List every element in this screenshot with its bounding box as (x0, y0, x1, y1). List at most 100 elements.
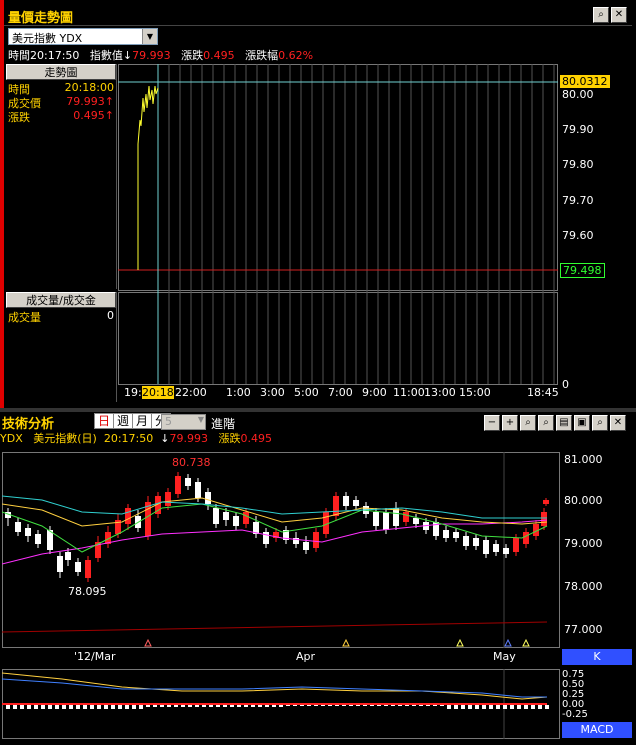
candle-body (65, 552, 71, 560)
zoom-icon[interactable]: ⌕ (592, 415, 608, 431)
candle-body (541, 512, 547, 526)
trend-info-box: 走勢圖 時間 20:18:00 成交價 79.993↑ 漲跌 0.495↑ (6, 64, 117, 289)
tab-day[interactable]: 日 (94, 413, 115, 429)
candle-body (383, 512, 389, 530)
info-row: 漲跌 0.495↑ (6, 109, 116, 124)
minute-select[interactable]: 5 ▼ (161, 414, 206, 430)
save-icon[interactable]: ▣ (574, 415, 590, 431)
zoom-in-icon[interactable]: ⌕ (538, 415, 554, 431)
candle-body (263, 532, 269, 544)
candle-body (57, 556, 63, 572)
settings-icon[interactable]: ▤ (556, 415, 572, 431)
macd-bar (265, 705, 269, 707)
macd-bar (384, 705, 388, 706)
symbol-select-value: 美元指數 YDX (12, 32, 83, 45)
candle-body (243, 512, 249, 524)
down-arrow-icon: ↓ (122, 49, 133, 62)
macd-bar (160, 705, 164, 707)
macd-bar (363, 705, 367, 706)
daily-price-axis: 81.000 80.000 79.000 78.000 77.000 (560, 452, 632, 648)
symbol-select[interactable]: 美元指數 YDX ▼ (8, 28, 158, 45)
price-tick: 79.60 (562, 229, 594, 242)
macd-bar (545, 705, 549, 709)
time-value: 20:17:50 (30, 49, 80, 62)
period-tabs: 日週月分 (94, 413, 172, 430)
macd-bar (223, 705, 227, 707)
macd-bar (139, 705, 143, 709)
chevron-down-icon[interactable]: ▼ (142, 29, 157, 44)
macd-bar (104, 705, 108, 709)
date-tick: Apr (296, 650, 316, 663)
k-indicator-button[interactable]: K (562, 649, 632, 665)
macd-bar (272, 705, 276, 707)
macd-bar (195, 705, 199, 707)
candle-body (185, 478, 191, 486)
zoom-out-icon[interactable]: ⌕ (520, 415, 536, 431)
candle-body (75, 562, 81, 572)
candle-body (333, 496, 339, 516)
macd-bar (202, 705, 206, 707)
close-icon[interactable]: ✕ (610, 415, 626, 431)
date-tick: '12/Mar (74, 650, 116, 663)
macd-bar (251, 705, 255, 707)
row-value: 20:18:00 (64, 81, 114, 94)
candle-body (223, 512, 229, 520)
change-label: 漲跌 (181, 49, 204, 62)
volume-tick: 0 (562, 378, 569, 391)
macd-bar (237, 705, 241, 707)
macd-bar (90, 705, 94, 709)
macd-bar (167, 705, 171, 707)
close-icon[interactable]: ✕ (611, 7, 627, 23)
macd-bar (328, 705, 332, 706)
info-row: 時間 20:18:00 (6, 81, 116, 96)
quote-price: 79.993 (169, 432, 208, 445)
candle-body (503, 548, 509, 554)
pct-label: 漲跌幅 (245, 49, 279, 62)
candlestick-chart: 80.738 78.095 (2, 452, 560, 648)
trend-panel-title: 量價走勢圖 (8, 11, 74, 26)
symbol-name: 美元指數(日) (33, 432, 97, 445)
row-key: 成交量 (8, 311, 41, 324)
macd-axis: 0.75 0.50 0.25 0.00 -0.25 (560, 669, 632, 721)
macd-bar (321, 705, 325, 706)
macd-bar (27, 705, 31, 709)
macd-bar (244, 705, 248, 707)
tech-info-bar: YDX 美元指數(日) 20:17:50 ↓79.993 漲跌0.495 (0, 430, 272, 446)
macd-bar (349, 705, 353, 706)
low-price-label: 79.498 (560, 263, 605, 278)
macd-bar (314, 705, 318, 706)
signal-triangle (144, 638, 152, 647)
change-value: 0.495 (240, 432, 272, 445)
plus-icon[interactable]: + (502, 415, 518, 431)
macd-bar (510, 705, 514, 709)
macd-bar (181, 705, 185, 707)
macd-bar (398, 705, 402, 706)
macd-bar (454, 705, 458, 709)
volume-header[interactable]: 成交量/成交金 (6, 292, 116, 308)
macd-bar (335, 705, 339, 706)
candle-body (393, 508, 399, 526)
zoom-icon[interactable]: ⌕ (593, 7, 609, 23)
minus-icon[interactable]: − (484, 415, 500, 431)
candle-body (343, 496, 349, 506)
macd-bar (125, 705, 129, 709)
macd-bar (503, 705, 507, 709)
macd-bar (468, 705, 472, 709)
minute-select-value: 5 (165, 415, 172, 428)
tab-month[interactable]: 月 (132, 413, 153, 429)
trend-header[interactable]: 走勢圖 (6, 64, 116, 80)
macd-bar (300, 705, 304, 706)
symbol-code: YDX (0, 432, 23, 445)
volume-info-box: 成交量/成交金 成交量 0 (6, 292, 117, 402)
macd-bar (34, 705, 38, 709)
time-tick: 11:00 (393, 386, 425, 399)
macd-bar (524, 705, 528, 709)
macd-bar (83, 705, 87, 709)
tab-week[interactable]: 週 (113, 413, 134, 429)
time-tick: 9:00 (362, 386, 387, 399)
chevron-down-icon[interactable]: ▼ (198, 415, 204, 424)
macd-bar (307, 705, 311, 706)
candle-body (25, 528, 31, 536)
macd-indicator-button[interactable]: MACD (562, 722, 632, 738)
macd-bar (41, 705, 45, 709)
